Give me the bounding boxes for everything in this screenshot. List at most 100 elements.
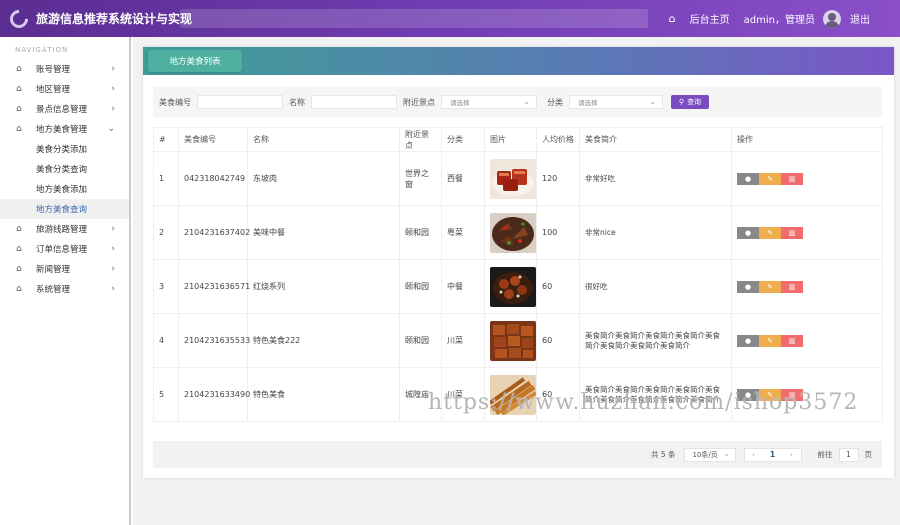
prev-page-button[interactable]: ‹ [745, 449, 763, 461]
goto-label: 前往 [817, 450, 833, 459]
food-description: 美食简介美食简介美食简介美食简介美食简介美食简介美食简介美食简介 [579, 313, 732, 368]
name-input[interactable] [311, 95, 397, 109]
search-icon: ⚲ [678, 98, 685, 106]
home-icon: ⌂ [16, 264, 22, 274]
page-size-select[interactable]: 10条/页 ⌄ [683, 447, 736, 462]
edit-button[interactable]: ✎ [759, 172, 781, 185]
home-icon: ⌂ [16, 284, 22, 294]
delete-button[interactable]: ▥ [781, 334, 803, 347]
sidebar-item-label: 账号管理 [36, 65, 71, 75]
food-image-cell [484, 367, 537, 422]
sidebar-subitem-query-category[interactable]: 美食分类查询 [0, 159, 129, 179]
goto-page-input[interactable]: 1 [838, 447, 859, 462]
food-category: 中餐 [441, 259, 485, 314]
row-index: 4 [153, 313, 179, 368]
food-image-cubes [490, 320, 536, 361]
row-actions: ● ✎ ▥ [731, 151, 883, 206]
sidebar-item-scenic[interactable]: ⌂ 景点信息管理 › [0, 99, 129, 119]
pencil-icon: ✎ [767, 336, 773, 345]
food-description: 非常nice [579, 205, 732, 260]
category-label: 分类 [547, 97, 563, 107]
sidebar-item-region[interactable]: ⌂ 地区管理 › [0, 79, 129, 99]
home-icon: ⌂ [16, 244, 22, 254]
next-page-button[interactable]: › [783, 449, 801, 461]
search-bar: 美食编号 名称 附近景点 请选择 ⌄ 分类 请选择 ⌄ ⚲ 查询 [153, 87, 882, 117]
delete-button[interactable]: ▥ [781, 172, 803, 185]
search-button[interactable]: ⚲ 查询 [671, 95, 709, 109]
avatar[interactable] [823, 9, 841, 28]
chevron-right-icon: › [111, 224, 115, 234]
sidebar-item-label: 系统管理 [36, 285, 71, 295]
delete-button[interactable]: ▥ [781, 226, 803, 239]
trash-icon: ▥ [788, 390, 796, 399]
food-name: 美味中餐 [247, 205, 400, 260]
view-button[interactable]: ● [737, 172, 759, 185]
view-button[interactable]: ● [737, 226, 759, 239]
column-header: # [153, 127, 179, 152]
view-button[interactable]: ● [737, 334, 759, 347]
edit-button[interactable]: ✎ [759, 280, 781, 293]
edit-button[interactable]: ✎ [759, 334, 781, 347]
tab-food-list[interactable]: 地方美食列表 [148, 50, 242, 72]
spot-select[interactable]: 请选择 ⌄ [441, 95, 537, 109]
sidebar-subitem-add-food[interactable]: 地方美食添加 [0, 179, 129, 199]
food-name: 红烧系列 [247, 259, 400, 314]
food-category: 川菜 [441, 313, 485, 368]
food-image-cell [484, 205, 537, 260]
food-category: 粤菜 [441, 205, 485, 260]
edit-button[interactable]: ✎ [759, 226, 781, 239]
food-name: 东坡肉 [247, 151, 400, 206]
food-category: 西餐 [441, 151, 485, 206]
food-description: 很好吃 [579, 259, 732, 314]
home-icon[interactable]: ⌂ [669, 12, 676, 25]
delete-button[interactable]: ▥ [781, 388, 803, 401]
sidebar-subitem-add-category[interactable]: 美食分类添加 [0, 139, 129, 159]
column-header: 美食编号 [178, 127, 248, 152]
logout-link[interactable]: 退出 [850, 11, 870, 26]
sidebar-item-food[interactable]: ⌂ 地方美食管理 ⌄ [0, 119, 129, 139]
table-row: 3 2104231636571 红烧系列 颐和园 中餐 60 很好吃 ● ✎ ▥ [153, 259, 883, 314]
trash-icon: ▥ [788, 174, 796, 183]
nearby-spot: 颐和园 [399, 259, 442, 314]
sidebar-item-label: 地区管理 [36, 85, 71, 95]
food-image-skewers [490, 374, 536, 415]
sidebar-item-account[interactable]: ⌂ 账号管理 › [0, 59, 129, 79]
category-select[interactable]: 请选择 ⌄ [569, 95, 663, 109]
nearby-spot: 世界之窗 [399, 151, 442, 206]
column-header: 附近景点 [399, 127, 442, 152]
nearby-spot: 城隍庙 [399, 367, 442, 422]
food-name: 特色美食222 [247, 313, 400, 368]
current-page[interactable]: 1 [763, 449, 783, 461]
sidebar-subitem-query-food[interactable]: 地方美食查询 [0, 199, 129, 219]
sidebar-item-orders[interactable]: ⌂ 订单信息管理 › [0, 239, 129, 259]
food-image-dongpo [490, 158, 536, 199]
row-index: 5 [153, 367, 179, 422]
food-description: 美食简介美食简介美食简介美食简介美食简介美食简介美食简介美食简介美食简介 [579, 367, 732, 422]
edit-button[interactable]: ✎ [759, 388, 781, 401]
pencil-icon: ✎ [767, 228, 773, 237]
chevron-right-icon: › [111, 104, 115, 114]
sidebar-item-routes[interactable]: ⌂ 旅游线路管理 › [0, 219, 129, 239]
sidebar-item-system[interactable]: ⌂ 系统管理 › [0, 279, 129, 299]
home-icon: ⌂ [16, 64, 22, 74]
row-actions: ● ✎ ▥ [731, 259, 883, 314]
food-table: # 美食编号 名称 附近景点 分类 图片 人均价格 美食简介 操作 1 0423… [153, 127, 883, 422]
view-button[interactable]: ● [737, 388, 759, 401]
code-input[interactable] [197, 95, 283, 109]
home-link[interactable]: 后台主页 [690, 11, 730, 26]
info-icon: ● [744, 336, 752, 345]
sidebar-item-label: 订单信息管理 [36, 245, 88, 255]
chevron-down-icon: ⌄ [523, 97, 530, 106]
sidebar-item-news[interactable]: ⌂ 新闻管理 › [0, 259, 129, 279]
chevron-down-icon: ⌄ [723, 449, 730, 458]
table-row: 4 2104231635533 特色美食222 颐和园 川菜 60 美食简介美食… [153, 313, 883, 368]
delete-button[interactable]: ▥ [781, 280, 803, 293]
view-button[interactable]: ● [737, 280, 759, 293]
title-search-bar [180, 9, 648, 28]
column-header: 美食简介 [579, 127, 732, 152]
nearby-spot: 颐和园 [399, 205, 442, 260]
food-code: 2104231635533 [178, 313, 250, 368]
food-price: 120 [536, 151, 580, 206]
table-header-row: # 美食编号 名称 附近景点 分类 图片 人均价格 美食简介 操作 [153, 127, 883, 152]
content-card: 地方美食列表 美食编号 名称 附近景点 请选择 ⌄ 分类 请选择 ⌄ ⚲ 查询 [143, 47, 894, 478]
